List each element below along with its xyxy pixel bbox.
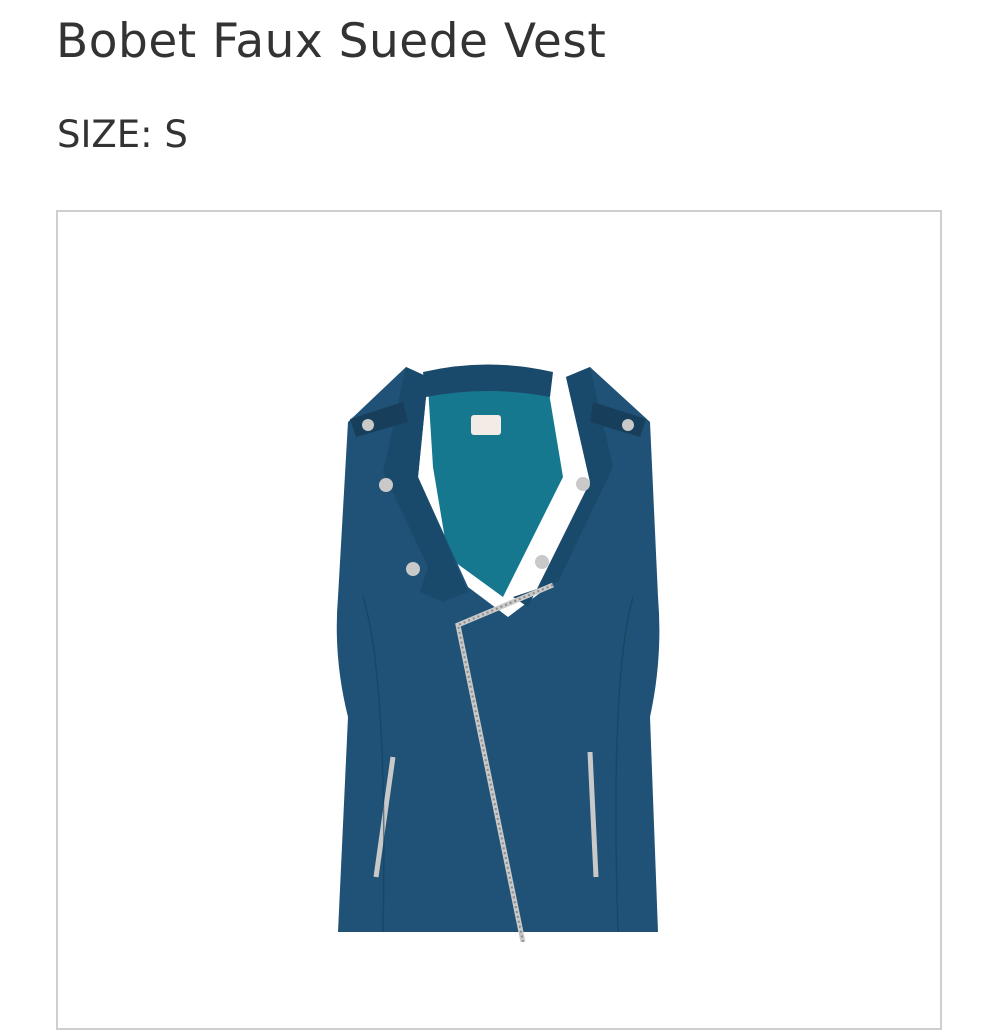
snap-right-lapel: [535, 555, 549, 569]
size-line: SIZE: S: [57, 113, 188, 156]
vest-image: [336, 364, 660, 942]
snap-right-shoulder: [622, 419, 634, 431]
size-label: SIZE:: [57, 113, 153, 156]
snap-left-collar: [379, 478, 393, 492]
product-title: Bobet Faux Suede Vest: [56, 14, 607, 69]
snap-right-collar: [576, 477, 590, 491]
size-value: S: [164, 113, 188, 156]
snap-left-lapel: [406, 562, 420, 576]
product-image-frame[interactable]: [56, 210, 942, 1030]
snap-left-shoulder: [362, 419, 374, 431]
vest-tag: [471, 415, 501, 435]
